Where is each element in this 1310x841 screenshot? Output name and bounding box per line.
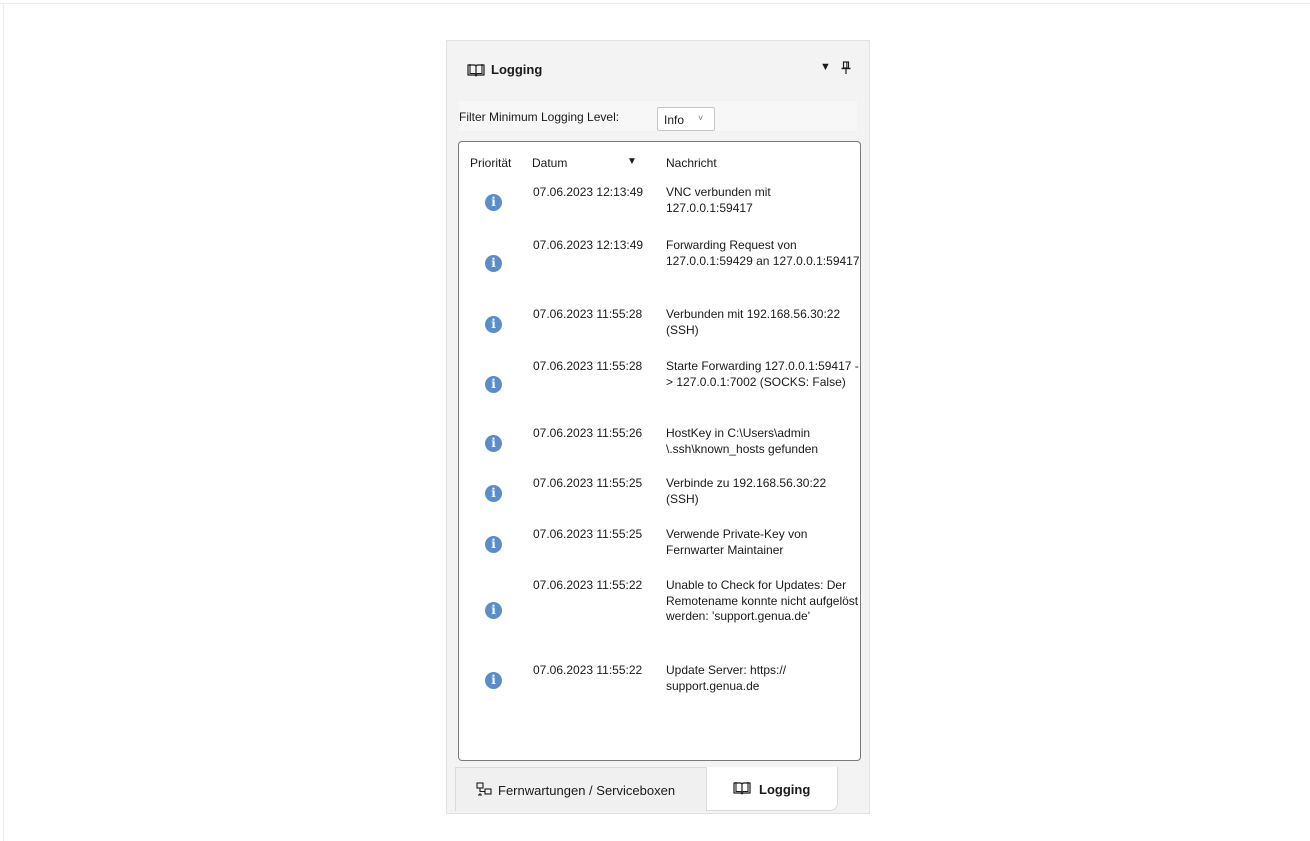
column-header-prioritaet[interactable]: Priorität	[470, 156, 511, 170]
logging-level-select[interactable]: Info ˅	[657, 107, 715, 131]
info-icon: i	[485, 485, 502, 502]
tab-logging[interactable]: Logging	[706, 767, 838, 811]
chevron-down-icon: ˅	[698, 113, 704, 123]
log-message: Starte Forwarding 127.0.0.1:59417 -> 127…	[666, 359, 859, 389]
info-icon: i	[485, 194, 502, 211]
info-icon: i	[485, 376, 502, 393]
log-message: Verwende Private-Key von Fernwarter Main…	[666, 527, 808, 557]
tab-logging-label: Logging	[759, 782, 811, 797]
log-date: 07.06.2023 11:55:26	[533, 426, 643, 440]
log-row[interactable]: i 07.06.2023 11:55:22 Unable to Check fo…	[459, 578, 860, 654]
log-row[interactable]: i 07.06.2023 12:13:49 VNC verbunden mit …	[459, 185, 860, 233]
sort-descending-icon[interactable]: ▼	[627, 156, 637, 167]
filter-label: Filter Minimum Logging Level:	[459, 110, 620, 124]
book-icon	[467, 64, 485, 77]
log-date: 07.06.2023 12:13:49	[533, 238, 644, 252]
log-date: 07.06.2023 11:55:25	[533, 527, 643, 541]
info-icon: i	[485, 255, 502, 272]
window-edge-top	[0, 3, 1310, 4]
log-message: Verbunden mit 192.168.56.30:22 (SSH)	[666, 307, 841, 337]
dropdown-arrow-icon[interactable]: ▼	[820, 61, 831, 73]
log-message: Unable to Check for Updates: Der Remoten…	[666, 578, 859, 623]
log-date: 07.06.2023 12:13:49	[533, 185, 644, 199]
info-icon: i	[485, 536, 502, 553]
log-message: Forwarding Request von 127.0.0.1:59429 a…	[666, 238, 860, 268]
log-row[interactable]: i 07.06.2023 12:13:49 Forwarding Request…	[459, 238, 860, 298]
panel-tabs: Fernwartungen / Serviceboxen Logging	[447, 767, 869, 813]
log-row[interactable]: i 07.06.2023 11:55:28 Starte Forwarding …	[459, 359, 860, 419]
log-message: VNC verbunden mit 127.0.0.1:59417	[666, 185, 771, 215]
column-header-datum[interactable]: Datum	[532, 156, 567, 170]
log-row[interactable]: i 07.06.2023 11:55:22 Update Server: htt…	[459, 663, 860, 711]
log-row[interactable]: i 07.06.2023 11:55:26 HostKey in C:\User…	[459, 426, 860, 474]
log-date: 07.06.2023 11:55:25	[533, 476, 643, 490]
log-row[interactable]: i 07.06.2023 11:55:28 Verbunden mit 192.…	[459, 307, 860, 355]
pin-icon[interactable]	[841, 61, 851, 75]
log-message: Verbinde zu 192.168.56.30:22 (SSH)	[666, 476, 827, 506]
filter-bar: Filter Minimum Logging Level: Info ˅	[459, 101, 857, 131]
log-message: Update Server: https:// support.genua.de	[666, 663, 787, 693]
logging-level-value: Info	[664, 113, 685, 127]
log-date: 07.06.2023 11:55:28	[533, 359, 643, 373]
log-table[interactable]: Priorität Datum ▼ Nachricht i 07.06.2023…	[458, 141, 861, 761]
log-date: 07.06.2023 11:55:22	[533, 578, 643, 592]
panel-titlebar: Logging ▼	[447, 41, 869, 97]
tab-fernwartungen-label: Fernwartungen / Serviceboxen	[498, 783, 676, 798]
log-row[interactable]: i 07.06.2023 11:55:25 Verwende Private-K…	[459, 527, 860, 575]
info-icon: i	[485, 316, 502, 333]
logging-panel: Logging ▼ Filter Minimum Logging Level: …	[446, 40, 870, 814]
column-header-nachricht[interactable]: Nachricht	[666, 156, 717, 170]
info-icon: i	[485, 602, 502, 619]
book-icon	[733, 782, 751, 795]
log-row[interactable]: i 07.06.2023 11:55:25 Verbinde zu 192.16…	[459, 476, 860, 524]
log-date: 07.06.2023 11:55:28	[533, 307, 643, 321]
network-icon	[476, 782, 492, 796]
panel-title: Logging	[491, 62, 543, 77]
tab-fernwartungen[interactable]: Fernwartungen / Serviceboxen	[455, 767, 707, 811]
info-icon: i	[485, 672, 502, 689]
window-edge-left	[3, 3, 4, 841]
info-icon: i	[485, 435, 502, 452]
log-message: HostKey in C:\Users\admin \.ssh\known_ho…	[666, 426, 819, 456]
log-date: 07.06.2023 11:55:22	[533, 663, 643, 677]
